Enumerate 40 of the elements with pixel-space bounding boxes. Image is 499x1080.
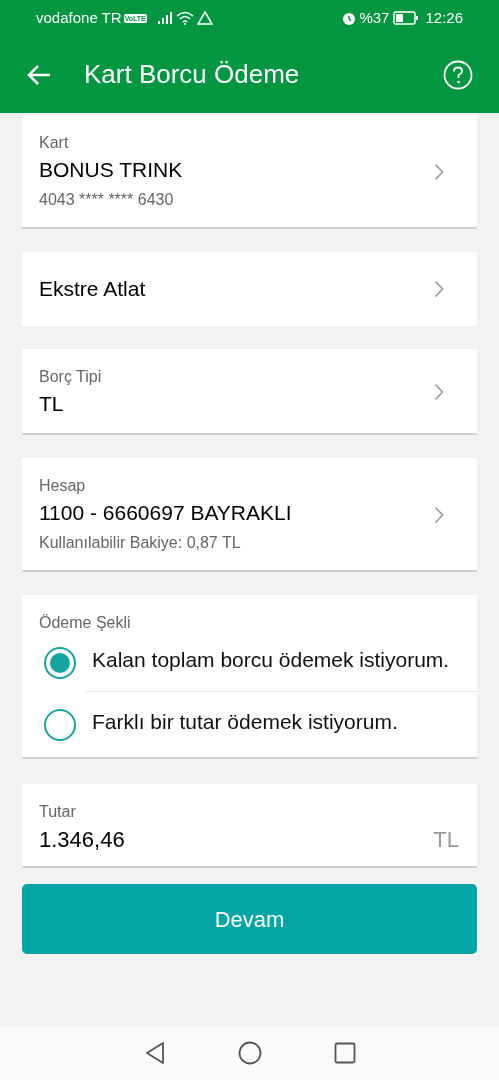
chevron-right-icon <box>434 383 444 401</box>
radio-button[interactable] <box>44 647 76 679</box>
clock-time: 12:26 <box>425 7 463 28</box>
nav-recents-icon[interactable] <box>333 1042 356 1064</box>
field-label: Kart <box>39 133 70 153</box>
field-label: Borç Tipi <box>39 367 103 387</box>
field-value: TL <box>39 391 65 417</box>
nav-home-icon[interactable] <box>237 1041 262 1065</box>
amount-field[interactable]: Tutar 1.346,46 TL <box>22 784 477 868</box>
field-label: Ödeme Şekli <box>38 613 132 633</box>
wifi-icon <box>175 11 194 25</box>
help-icon[interactable] <box>443 59 473 90</box>
chevron-right-icon <box>434 506 444 524</box>
warning-icon <box>196 11 213 25</box>
select-field[interactable]: Hesap 1100 - 6660697 BAYRAKLI Kullanılabilir Bakiye: 0,87 TL <box>22 458 477 572</box>
page-title: Kart Borcu Ödeme <box>84 58 300 91</box>
radio-button[interactable] <box>44 709 76 741</box>
battery-icon <box>393 11 420 25</box>
nav-back-icon[interactable] <box>143 1041 166 1065</box>
field-detail: Kullanılabilir Bakiye: 0,87 TL <box>39 533 242 553</box>
amount-value: 1.346,46 <box>39 826 125 854</box>
carrier-name: vodafone TR <box>36 7 122 28</box>
signal-icon <box>156 12 173 24</box>
field-value: Ekstre Atlat <box>39 276 147 302</box>
alarm-icon <box>341 10 358 26</box>
currency-label: TL <box>433 826 459 854</box>
option-label: Kalan toplam borcu ödemek istiyorum. <box>92 647 450 673</box>
field-value: 1100 - 6660697 BAYRAKLI <box>39 500 293 526</box>
field-detail: 4043 **** **** 6430 <box>39 190 175 210</box>
battery-percent: %37 <box>359 7 390 28</box>
select-field[interactable]: Borç Tipi TL <box>22 349 477 435</box>
option-label: Farklı bir tutar ödemek istiyorum. <box>92 709 398 735</box>
chevron-right-icon <box>434 163 444 181</box>
select-field[interactable]: Kart BONUS TRINK 4043 **** **** 6430 <box>22 115 477 229</box>
field-label: Tutar <box>39 802 77 822</box>
back-icon[interactable] <box>26 63 52 86</box>
menu-row[interactable]: Ekstre Atlat <box>22 252 477 326</box>
chevron-right-icon <box>434 280 444 298</box>
field-value: BONUS TRINK <box>39 157 184 183</box>
field-label: Hesap <box>39 476 87 496</box>
